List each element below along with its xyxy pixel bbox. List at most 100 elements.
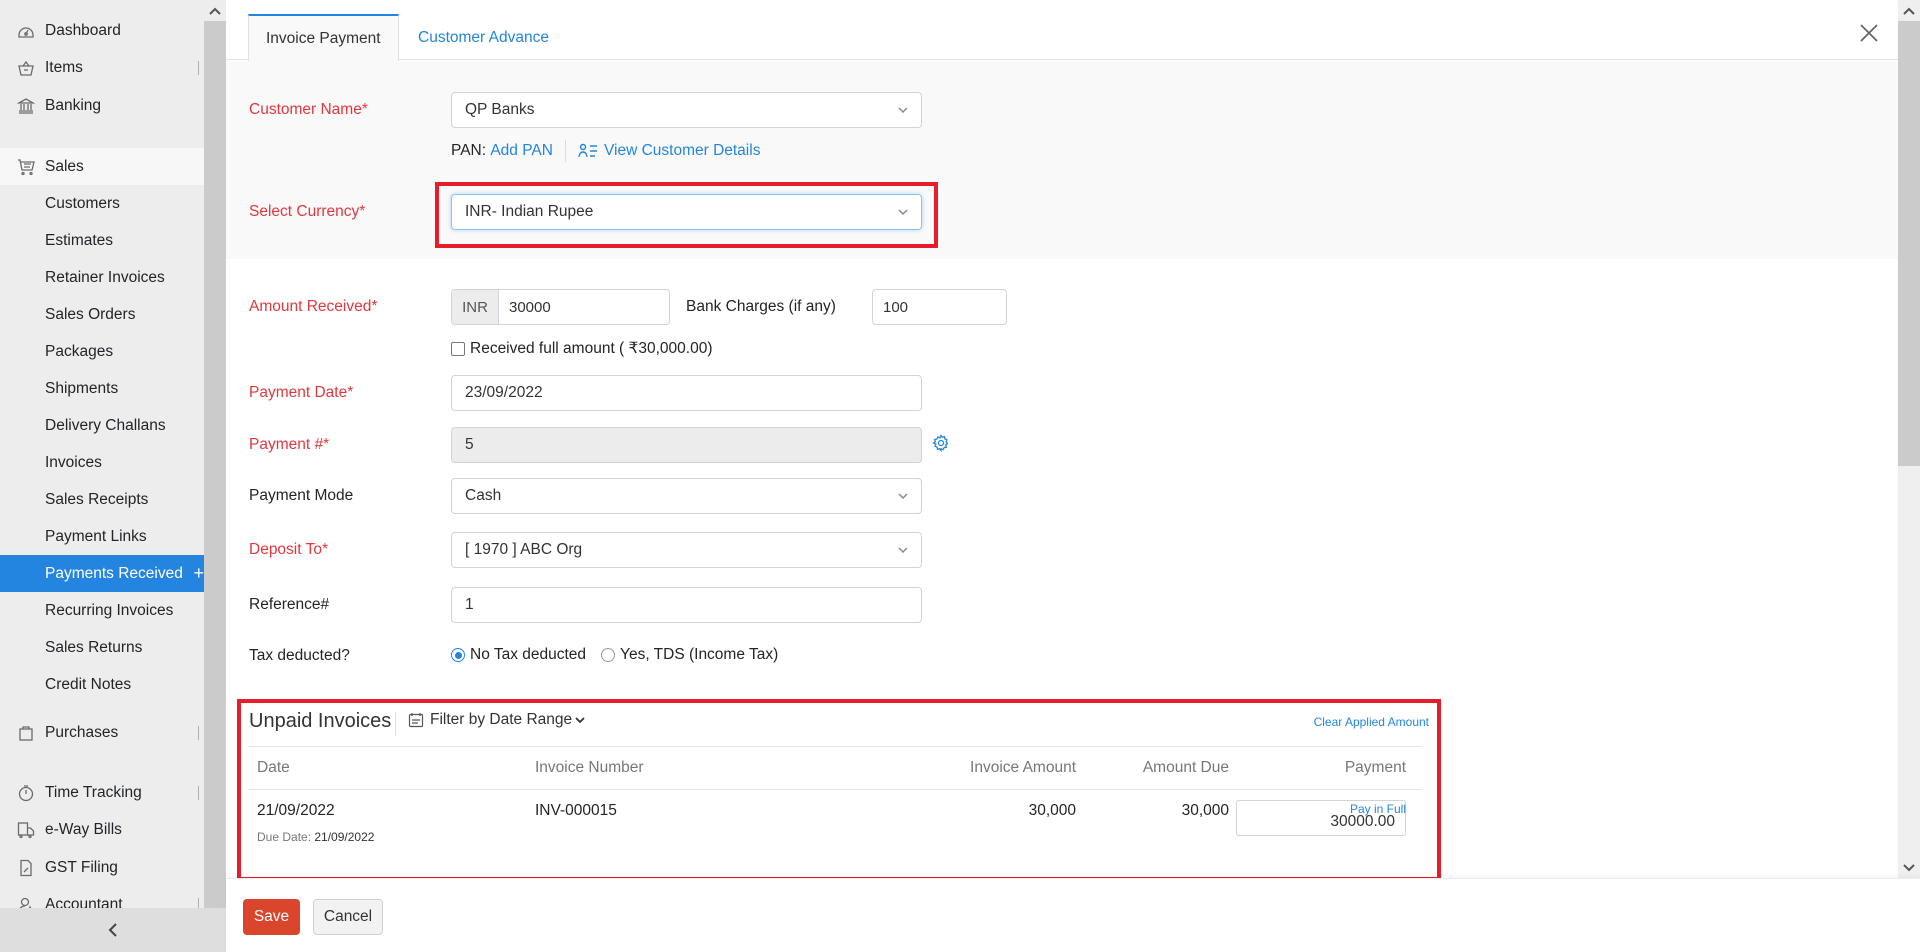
payment-mode-label: Payment Mode	[249, 487, 354, 504]
sidebar-item-sales[interactable]: Sales	[0, 148, 204, 185]
column-payment: Payment	[1344, 759, 1406, 776]
reference-input[interactable]: 1	[451, 587, 922, 623]
bank-charges-input[interactable]: 100	[872, 289, 1007, 325]
sidebar-item-shipments[interactable]: Shipments	[0, 370, 204, 407]
collapse-sidebar-button[interactable]	[0, 908, 226, 952]
shopping-bag-icon	[17, 724, 35, 742]
close-icon[interactable]	[1858, 22, 1880, 44]
tax-deducted-options: No Tax deducted Yes, TDS (Income Tax)	[451, 646, 793, 664]
received-full-amount-checkbox[interactable]	[451, 341, 465, 356]
amount-received-input[interactable]: INR 30000	[451, 289, 670, 325]
sidebar-scrollbar[interactable]	[204, 0, 226, 908]
add-payment-icon[interactable]: +	[193, 563, 204, 584]
customer-name-label: Customer Name*	[249, 101, 368, 118]
accountant-icon	[17, 896, 35, 908]
sidebar-item-eway-bills[interactable]: e-Way Bills	[0, 813, 204, 847]
sidebar-item-recurring-invoices[interactable]: Recurring Invoices	[0, 592, 204, 629]
tds-income-tax-option[interactable]: Yes, TDS (Income Tax)	[601, 646, 778, 664]
sidebar-item-items[interactable]: Items	[0, 51, 204, 85]
sidebar-item-retainer-invoices[interactable]: Retainer Invoices	[0, 259, 204, 296]
radio-selected[interactable]	[451, 648, 465, 662]
amount-received-label: Amount Received*	[249, 298, 378, 315]
chevron-down-icon	[898, 209, 908, 216]
deposit-to-label: Deposit To*	[249, 541, 328, 558]
sidebar-item-accountant[interactable]: Accountant	[0, 888, 204, 908]
filter-by-date-range-dropdown[interactable]: Filter by Date Range	[408, 711, 591, 729]
clear-applied-amount-link[interactable]: Clear Applied Amount	[1314, 715, 1429, 729]
customer-name-select[interactable]: QP Banks	[451, 92, 922, 128]
tab-customer-advance[interactable]: Customer Advance	[401, 14, 566, 61]
gear-icon[interactable]	[932, 434, 950, 452]
sidebar-item-dashboard[interactable]: Dashboard	[0, 14, 204, 48]
sidebar-item-sales-orders[interactable]: Sales Orders	[0, 296, 204, 333]
radio-unselected[interactable]	[601, 648, 616, 662]
scrollbar-thumb[interactable]	[1898, 21, 1920, 466]
customer-details-icon	[578, 143, 597, 158]
invoice-amount: 30,000	[1028, 802, 1076, 819]
add-pan-link[interactable]: Add PAN	[490, 142, 553, 160]
save-button[interactable]: Save	[243, 899, 300, 935]
sidebar-item-delivery-challans[interactable]: Delivery Challans	[0, 407, 204, 444]
chevron-up-icon	[1903, 7, 1915, 15]
stopwatch-icon	[17, 784, 35, 802]
payment-type-tabs: Invoice Payment Customer Advance	[226, 0, 1898, 61]
sidebar-item-payments-received[interactable]: Payments Received +	[0, 555, 204, 592]
main-scrollbar[interactable]	[1898, 0, 1920, 878]
payment-form-panel: Invoice Payment Customer Advance Custome…	[226, 0, 1898, 878]
pan-row: PAN: Add PAN View Customer Details	[451, 140, 760, 162]
scroll-up-button[interactable]	[1898, 0, 1920, 21]
sidebar-item-invoices[interactable]: Invoices	[0, 444, 204, 481]
payment-number-label: Payment #*	[249, 436, 330, 453]
gst-document-icon	[17, 859, 35, 877]
form-footer: Save Cancel	[226, 878, 1920, 952]
sidebar-item-purchases[interactable]: Purchases	[0, 716, 204, 750]
cart-icon	[17, 158, 35, 176]
scroll-up-button[interactable]	[204, 0, 226, 21]
cancel-button[interactable]: Cancel	[313, 899, 383, 935]
payment-mode-select[interactable]: Cash	[451, 478, 922, 514]
bank-charges-label: Bank Charges (if any)	[686, 298, 836, 315]
table-row: 21/09/2022 Due Date: 21/09/2022 INV-0000…	[249, 790, 1422, 878]
invoice-table-header: Date Invoice Number Invoice Amount Amoun…	[249, 746, 1422, 790]
column-invoice-number: Invoice Number	[535, 759, 644, 776]
tax-deducted-label: Tax deducted?	[249, 647, 350, 664]
chevron-down-icon	[898, 107, 908, 114]
sidebar-item-time-tracking[interactable]: Time Tracking	[0, 776, 204, 810]
column-amount-due: Amount Due	[1142, 759, 1229, 776]
currency-label: Select Currency*	[249, 203, 366, 220]
view-customer-details-link[interactable]: View Customer Details	[604, 142, 761, 160]
tab-invoice-payment[interactable]: Invoice Payment	[248, 14, 399, 61]
basket-icon	[17, 59, 35, 77]
dashboard-icon	[17, 22, 35, 40]
no-tax-deducted-option[interactable]: No Tax deducted	[451, 646, 586, 664]
chevron-up-icon	[209, 7, 221, 15]
scroll-down-button[interactable]	[1898, 857, 1920, 878]
currency-code: INR	[452, 290, 499, 324]
invoice-date: 21/09/2022	[257, 802, 335, 819]
unpaid-invoices-title: Unpaid Invoices	[249, 710, 392, 732]
sidebar-item-sales-returns[interactable]: Sales Returns	[0, 629, 204, 666]
deposit-to-select[interactable]: [ 1970 ] ABC Org	[451, 532, 922, 568]
sidebar-nav: Dashboard Items Banking Sales Customers …	[0, 0, 204, 908]
sidebar-item-payment-links[interactable]: Payment Links	[0, 518, 204, 555]
chevron-down-icon	[1903, 863, 1915, 871]
sidebar-item-sales-receipts[interactable]: Sales Receipts	[0, 481, 204, 518]
sidebar-item-customers[interactable]: Customers	[0, 185, 204, 222]
sidebar-item-banking[interactable]: Banking	[0, 89, 204, 123]
sidebar: Dashboard Items Banking Sales Customers …	[0, 0, 226, 952]
amount-due: 30,000	[1181, 802, 1229, 819]
calendar-icon	[408, 713, 424, 728]
chevron-down-icon	[898, 493, 908, 500]
invoice-number: INV-000015	[535, 802, 617, 819]
column-invoice-amount: Invoice Amount	[970, 759, 1076, 776]
sidebar-item-credit-notes[interactable]: Credit Notes	[0, 666, 204, 703]
sidebar-item-packages[interactable]: Packages	[0, 333, 204, 370]
currency-select[interactable]: INR- Indian Rupee	[451, 194, 922, 230]
chevron-down-icon	[898, 547, 908, 554]
received-full-amount-row: Received full amount ( ₹30,000.00)	[451, 339, 713, 358]
sidebar-item-gst-filing[interactable]: GST Filing	[0, 851, 204, 885]
pay-in-full-link[interactable]: Pay in Full	[1350, 802, 1406, 816]
payment-date-input[interactable]: 23/09/2022	[451, 375, 922, 411]
sidebar-item-estimates[interactable]: Estimates	[0, 222, 204, 259]
pan-label: PAN:	[451, 142, 487, 159]
